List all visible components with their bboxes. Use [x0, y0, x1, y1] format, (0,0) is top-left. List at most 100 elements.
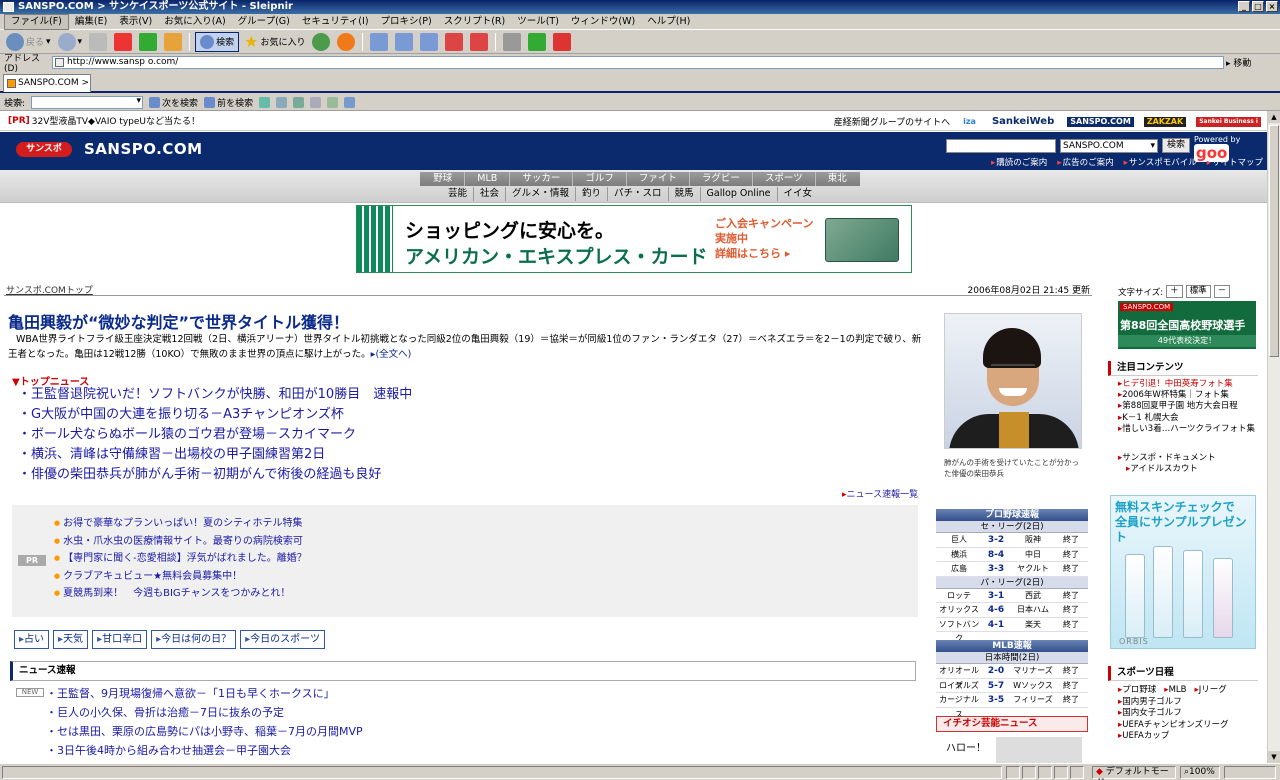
find-settings-icon[interactable]	[327, 96, 339, 108]
score-row[interactable]: カージナルス 3-5 フィリーズ 終了	[936, 693, 1088, 719]
nav-golf[interactable]: ゴルフ	[573, 172, 627, 186]
mlb-heading[interactable]: MLB速報	[936, 640, 1088, 652]
font-standard-button[interactable]: 標準	[1185, 285, 1211, 298]
nav-fishing[interactable]: 釣り	[576, 187, 609, 201]
score-row[interactable]: 広島 3-3 ヤクルト 終了	[936, 562, 1088, 577]
schedule-item[interactable]: UEFAカップ	[1118, 731, 1169, 741]
maximize-icon[interactable]: □	[1252, 1, 1264, 12]
page-scrollbar[interactable]: ▲ ▼	[1267, 111, 1280, 763]
popup-block-button[interactable]	[551, 32, 573, 52]
menu-help[interactable]: ヘルプ(H)	[641, 15, 696, 29]
find-clear-icon[interactable]	[310, 96, 322, 108]
top-news-item[interactable]: ボール犬ならぬボール猿のゴウ君が登場－スカイマーク	[18, 425, 412, 445]
menu-window[interactable]: ウィンドウ(W)	[565, 15, 641, 29]
menu-view[interactable]: 表示(V)	[113, 15, 158, 29]
nav-society[interactable]: 社会	[474, 187, 506, 201]
nav-geinou[interactable]: 芸能	[442, 187, 474, 201]
zakzak-logo[interactable]: ZAKZAK	[1143, 116, 1187, 127]
score-row[interactable]: ソフトバンク 4-1 楽天 終了	[936, 618, 1088, 643]
sankeiweb-logo[interactable]: SankeiWeb	[989, 116, 1057, 127]
sanspo-badge[interactable]: サンスポ	[16, 142, 72, 157]
link-sitemap[interactable]: サイトマップ	[1207, 156, 1263, 168]
nav-soccer[interactable]: サッカー	[510, 172, 574, 186]
news-flash-item[interactable]: 巨人の小久保、骨折は治癒－7日に抜糸の予定	[46, 703, 363, 722]
nav-gourmet[interactable]: グルメ・情報	[506, 187, 576, 201]
popup-allow-button[interactable]	[526, 32, 548, 52]
misc-link-document[interactable]: サンスポ・ドキュメント	[1118, 453, 1215, 464]
link-mobile[interactable]: サンスポモバイル	[1124, 156, 1197, 168]
status-icon-1[interactable]	[1006, 766, 1020, 779]
pr-item[interactable]: 【専門家に聞く-恋愛相談】浮気がばれました。離婚？	[54, 550, 307, 568]
search-toolbar-button[interactable]: 検索	[195, 31, 240, 52]
scroll-thumb[interactable]	[1269, 125, 1279, 357]
misc-link-scout[interactable]: アイドルスカウト	[1118, 464, 1216, 475]
reload-button[interactable]	[137, 32, 159, 52]
news-flash-item[interactable]: 王監督、9月現場復帰へ意欲－「1日も早くホークスに」	[46, 684, 363, 703]
geinou-teaser[interactable]: ハロー！	[946, 739, 986, 754]
find-next-button[interactable]: 次を検索	[149, 96, 198, 109]
menu-script[interactable]: スクリプト(R)	[438, 15, 512, 29]
featured-item[interactable]: ヒデ引退！中田英寿フォト集	[1118, 379, 1255, 390]
site-search-button[interactable]: 検索	[1162, 138, 1190, 153]
quick-amakuchi[interactable]: 甘口辛口	[92, 630, 148, 649]
pr-item[interactable]: 水虫・爪水虫の医療情報サイト。最寄りの病院検索可	[54, 533, 307, 551]
schedule-item[interactable]: プロ野球	[1118, 685, 1156, 697]
find-extra-icon[interactable]	[344, 96, 356, 108]
favorites-button[interactable]: ★ お気に入り	[242, 32, 307, 52]
status-icon-3[interactable]	[1038, 766, 1052, 779]
menu-edit[interactable]: 編集(E)	[69, 15, 113, 29]
news-flash-item[interactable]: 3日午後4時から組み合わせ抽選会－甲子園大会	[46, 741, 363, 760]
menu-favorites[interactable]: お気に入り(A)	[158, 15, 231, 29]
menu-group[interactable]: グループ(G)	[232, 15, 296, 29]
geinou-news-heading[interactable]: イチオシ芸能ニュース	[936, 716, 1088, 732]
scroll-down-icon[interactable]: ▼	[1268, 751, 1280, 763]
featured-item[interactable]: 2006年W杯特集｜フォト集	[1118, 390, 1255, 401]
quick-weather[interactable]: 天気	[53, 630, 89, 649]
site-brand[interactable]: SANSPO.COM	[84, 140, 203, 158]
read-more-link[interactable]: ▸(全文へ)	[371, 349, 412, 360]
print-button[interactable]	[501, 32, 523, 52]
pr-item[interactable]: 夏競馬到来！ 今週もBIGチャンスをつかみとれ！	[54, 585, 307, 603]
score-row[interactable]: オリックス 4-6 日本ハム 終了	[936, 603, 1088, 618]
featured-item[interactable]: K－1 札幌大会	[1118, 413, 1255, 424]
highlight-icon[interactable]	[259, 96, 271, 108]
close-icon[interactable]: ×	[1266, 1, 1278, 12]
group-sites-link[interactable]: 産経新聞グループのサイトへ	[834, 115, 950, 128]
link-subscribe[interactable]: 購読のご案内	[991, 156, 1047, 168]
schedule-item[interactable]: Jリーグ	[1194, 685, 1227, 697]
top-news-item[interactable]: 横浜、清峰は守備練習－出場校の甲子園練習第2日	[18, 445, 412, 465]
orbis-skin-ad[interactable]: 無料スキンチェックで 全員にサンプルプレゼント ORBIS	[1110, 495, 1256, 649]
business-i-logo[interactable]: Sankei Business i	[1196, 116, 1261, 127]
site-search-input[interactable]	[946, 139, 1056, 153]
link-advertise[interactable]: 広告のご案内	[1057, 156, 1114, 168]
nav-rugby[interactable]: ラグビー	[690, 172, 753, 186]
pro-baseball-heading[interactable]: プロ野球速報	[936, 509, 1088, 521]
status-icon-5[interactable]	[1070, 766, 1084, 779]
zoom-level[interactable]: ⌕100%	[1180, 766, 1220, 779]
pr-item[interactable]: お得で豪華なプランいっぱい！夏のシティホテル特集	[54, 515, 307, 533]
top-news-item[interactable]: G大阪が中国の大連を振り切る－A3チャンピオンズ杯	[18, 405, 412, 425]
nav-baseball[interactable]: 野球	[421, 172, 466, 186]
score-row[interactable]: ロッテ 3-1 西武 終了	[936, 589, 1088, 603]
scroll-up-icon[interactable]: ▲	[1268, 111, 1280, 123]
nav-sports[interactable]: スポーツ	[753, 172, 816, 186]
schedule-item[interactable]: 国内男子ゴルフ	[1118, 697, 1182, 707]
forward-button[interactable]: ▾	[56, 32, 85, 52]
score-row[interactable]: 巨人 3-2 阪神 終了	[936, 533, 1088, 548]
nav-gallop[interactable]: Gallop Online	[701, 187, 778, 201]
stop-button[interactable]	[112, 32, 134, 52]
koshien-banner[interactable]: SANSPO.COM 第88回全国高校野球選手権大会 49代表校決定！	[1118, 301, 1256, 349]
geinou-thumbnail[interactable]	[996, 737, 1082, 763]
menu-file[interactable]: ファイル(F)	[4, 13, 69, 30]
quick-today[interactable]: 今日は何の日？	[151, 630, 237, 649]
window-tile-v-button[interactable]	[418, 32, 440, 52]
go-button[interactable]: ▸ 移動	[1226, 56, 1251, 69]
nav-keiba[interactable]: 競馬	[669, 187, 701, 201]
status-icon-2[interactable]	[1022, 766, 1036, 779]
back-button[interactable]: 戻る ▾	[4, 32, 53, 52]
rss-button[interactable]	[335, 32, 357, 52]
nav-pachislot[interactable]: パチ・スロ	[608, 187, 669, 201]
top-news-item[interactable]: 俳優の柴田恭兵が肺がん手術－初期がんで術後の経過も良好	[18, 465, 412, 485]
window-tile-button[interactable]	[393, 32, 415, 52]
score-row[interactable]: ロイヤルズ 5-7 Wソックス 終了	[936, 679, 1088, 693]
